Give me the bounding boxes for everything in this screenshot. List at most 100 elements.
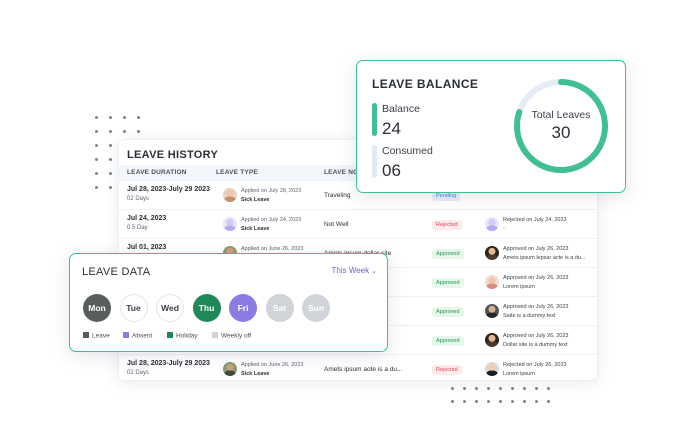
decorative-dot [451, 400, 454, 403]
decorative-dot [523, 387, 526, 390]
decorative-dot [95, 186, 98, 189]
decorative-dot [137, 130, 140, 133]
decorative-dot [511, 400, 514, 403]
day-sun[interactable]: Sun [302, 294, 330, 322]
legend-swatch [123, 332, 129, 338]
avatar [485, 246, 499, 260]
total-leaves-label: Total Leaves [531, 109, 591, 121]
decorative-dot [475, 400, 478, 403]
action-date-text: Approved on July 26, 2023 [503, 333, 569, 339]
applied-on-text: Applied on July 28, 2023 [241, 188, 302, 194]
leave-duration-cell: Jul 28, 2023-July 29 2023 02 Days [127, 186, 210, 202]
applied-on-text: Applied on June 26, 2023 [241, 246, 304, 252]
action-date-text: Approved on July 26, 2023 [503, 275, 569, 281]
avatar [223, 188, 237, 202]
applied-on-text: Applied on July 24, 2023 [241, 217, 302, 223]
action-comment-text: Lorem ipsum [503, 284, 535, 290]
consumed-value: 06 [382, 161, 401, 180]
applied-on-text: Applied on June 26, 2023 [241, 362, 304, 368]
avatar [485, 333, 499, 347]
legend-label: Holiday [176, 332, 198, 340]
chevron-down-icon: ⌄ [371, 268, 377, 275]
legend-item-leave: Leave [83, 332, 110, 340]
action-comment-text: Dollar site is a dummy text [503, 342, 568, 348]
decorative-dot [487, 400, 490, 403]
legend-swatch [83, 332, 89, 338]
avatar [223, 217, 237, 231]
balance-label: Balance [382, 103, 420, 115]
duration-dates: Jul 01, 2023 [127, 244, 167, 251]
day-tue[interactable]: Tue [119, 294, 148, 322]
total-leaves-value: 30 [551, 123, 571, 142]
day-sat[interactable]: Sat [265, 294, 294, 322]
decorative-dot [109, 130, 112, 133]
status-badge: Rejected [432, 365, 462, 375]
avatar [485, 217, 499, 231]
decorative-dot [487, 387, 490, 390]
day-wed[interactable]: Wed [156, 294, 184, 322]
status-badge: Approved [432, 336, 464, 346]
balance-indicator-bar [372, 103, 377, 136]
action-comment-text: Lorem ipsum [503, 371, 535, 377]
leave-note-cell: Amets ipsum aote is a du... [324, 366, 403, 373]
status-badge: Rejected [432, 220, 462, 230]
decorative-dot [123, 130, 126, 133]
decorative-dot [109, 172, 112, 175]
leave-balance-title: LEAVE BALANCE [372, 77, 479, 91]
action-date-text: Approved on July 26, 2023 [503, 246, 569, 252]
day-fri[interactable]: Fri [229, 294, 257, 322]
decorative-dot [109, 144, 112, 147]
period-dropdown[interactable]: This Week ⌄ [331, 266, 377, 275]
status-badge: Approved [432, 278, 464, 288]
day-mon[interactable]: Mon [83, 294, 111, 322]
legend-swatch [167, 332, 173, 338]
decorative-dot [511, 387, 514, 390]
decorative-dot [95, 116, 98, 119]
column-header-leave-note: LEAVE NO [324, 169, 359, 176]
decorative-dot [475, 387, 478, 390]
leave-type-text: Sick Leave [241, 226, 270, 232]
leave-history-title: LEAVE HISTORY [127, 149, 219, 161]
duration-dates: Jul 28, 2023-July 29 2023 [127, 360, 210, 367]
avatar [485, 304, 499, 318]
status-badge: Approved [432, 307, 464, 317]
legend-label: Leave [92, 332, 110, 340]
day-thu[interactable]: Thu [192, 294, 221, 322]
leave-note-cell: Not Well [324, 221, 349, 228]
legend-swatch [212, 332, 218, 338]
duration-dates: Jul 28, 2023-July 29 2023 [127, 186, 210, 193]
balance-value: 24 [382, 119, 401, 138]
legend-item-absent: Absent [123, 332, 152, 340]
leave-duration-cell: Jul 24, 2023 0.5 Day [127, 215, 166, 231]
leave-note-cell: Traveling [324, 192, 351, 199]
decorative-dot [499, 400, 502, 403]
duration-days: 02 Days [127, 196, 150, 202]
decorative-dot [109, 158, 112, 161]
decorative-dot [109, 116, 112, 119]
action-date-text: Rejected on July 24, 2023 [503, 217, 567, 223]
decorative-dot [499, 387, 502, 390]
decorative-dot [109, 186, 112, 189]
duration-dates: Jul 24, 2023 [127, 215, 167, 222]
action-comment-text: Amets ipsum lepsar acte is a du... [503, 255, 586, 261]
decorative-dot [547, 400, 550, 403]
period-dropdown-label: This Week [331, 266, 370, 275]
decorative-dot [451, 387, 454, 390]
decorative-dot-grid-bottom [451, 387, 550, 403]
action-comment-text: Saite is a dummy text [503, 313, 556, 319]
table-row[interactable]: Jul 24, 2023 0.5 Day Applied on July 24, 2… [119, 210, 597, 239]
decorative-dot [95, 172, 98, 175]
decorative-dot [547, 387, 550, 390]
table-row[interactable]: Jul 28, 2023-July 29 2023 02 Days Applied … [119, 355, 597, 380]
leave-balance-card: LEAVE BALANCE Balance 24 Consumed 06 Tot… [356, 60, 626, 193]
decorative-dot [523, 400, 526, 403]
leave-data-title: LEAVE DATA [82, 266, 151, 278]
decorative-dot [137, 116, 140, 119]
legend-label: Absent [132, 332, 153, 340]
consumed-indicator-bar [372, 145, 377, 178]
decorative-dot [95, 130, 98, 133]
avatar [223, 362, 237, 376]
status-badge: Approved [432, 249, 464, 259]
action-date-text: Rejected on July 26, 2023 [503, 362, 567, 368]
duration-days: 02 Days [127, 370, 150, 376]
